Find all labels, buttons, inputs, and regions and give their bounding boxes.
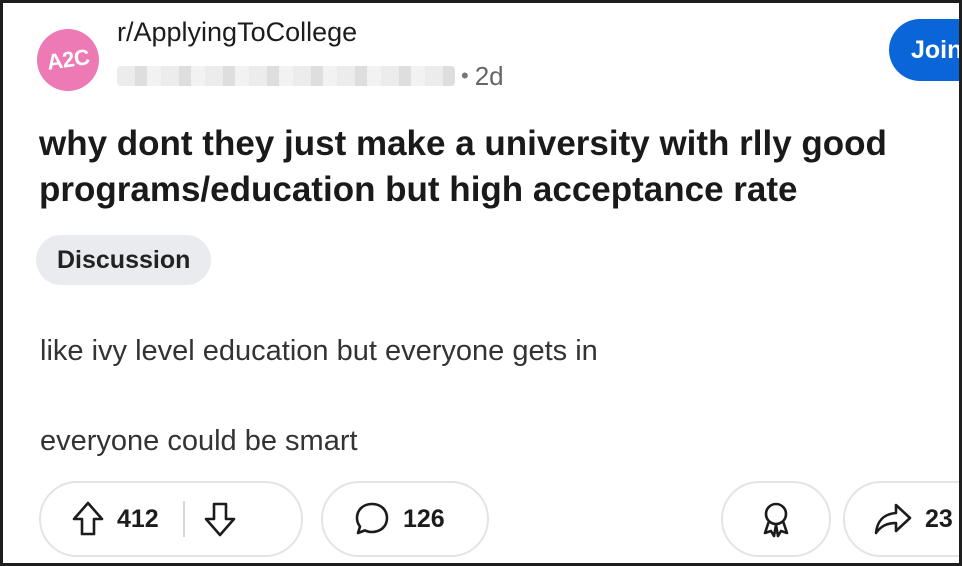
upvote-count: 412 <box>117 504 159 533</box>
share-count: 23 <box>925 504 953 533</box>
award-ribbon-icon <box>757 499 795 539</box>
comment-count: 126 <box>403 504 445 533</box>
avatar-logo-text: A2C <box>45 44 91 75</box>
award-button[interactable] <box>721 481 831 557</box>
share-button[interactable]: 23 <box>843 481 959 557</box>
share-arrow-icon <box>873 501 913 537</box>
speech-bubble-icon <box>353 500 391 538</box>
post-age: 2d <box>474 60 504 91</box>
flair-badge[interactable]: Discussion <box>36 235 212 285</box>
meta-separator: • <box>461 63 469 88</box>
vote-pill: 412 <box>39 481 303 557</box>
post-meta: • 2d <box>117 61 504 91</box>
subreddit-avatar[interactable]: A2C <box>37 29 99 91</box>
vote-divider <box>182 501 185 537</box>
post-card: A2C r/ApplyingToCollege • 2d Join why do… <box>3 3 959 563</box>
subreddit-name[interactable]: r/ApplyingToCollege <box>117 17 357 48</box>
comments-button[interactable]: 126 <box>321 481 489 557</box>
post-body-line: like ivy level education but everyone ge… <box>40 335 598 367</box>
downvote-arrow-icon[interactable] <box>203 500 237 538</box>
join-button[interactable]: Join <box>889 19 959 81</box>
post-body-line: everyone could be smart <box>40 425 358 457</box>
upvote-arrow-icon[interactable] <box>71 500 105 538</box>
username-blurred <box>117 66 455 86</box>
post-title[interactable]: why dont they just make a university wit… <box>39 121 953 213</box>
